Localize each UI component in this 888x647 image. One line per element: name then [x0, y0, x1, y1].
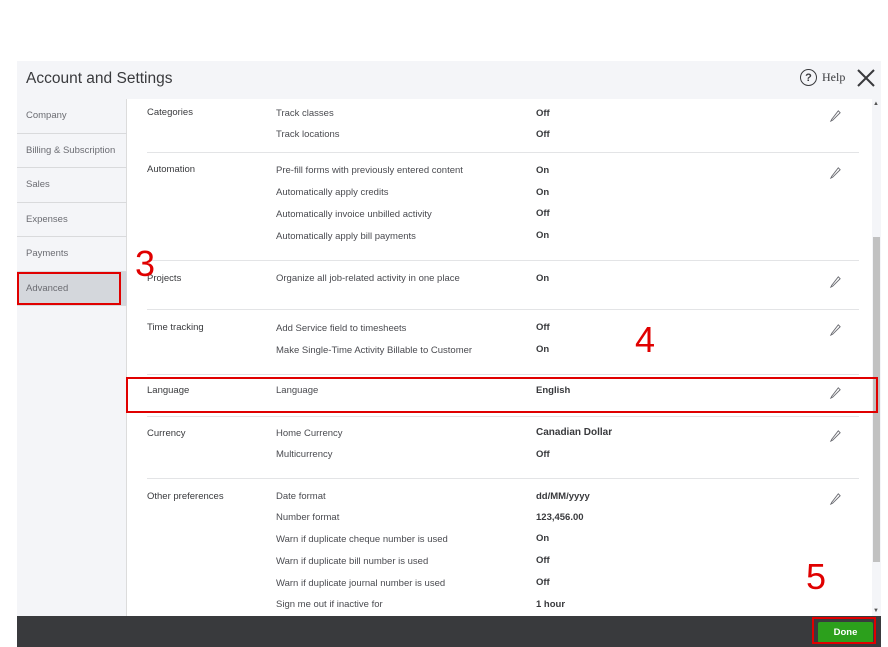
section-currency: Currency Home Currency Canadian Dollar M…	[147, 417, 859, 479]
dialog-header: Account and Settings ? Help	[17, 61, 881, 99]
pencil-edit-icon[interactable]	[829, 429, 842, 442]
setting-value: Off	[536, 129, 550, 140]
setting-value: Off	[536, 449, 550, 460]
sidebar-item-sales[interactable]: Sales	[17, 168, 127, 203]
scroll-up-arrow-icon[interactable]: ▲	[873, 101, 879, 107]
setting-value: On	[536, 273, 550, 284]
scroll-down-arrow-icon[interactable]: ▼	[873, 608, 879, 614]
section-title: Other preferences	[147, 491, 224, 502]
section-projects: Projects Organize all job-related activi…	[147, 261, 859, 310]
annotation-box-done	[812, 617, 876, 644]
pencil-edit-icon[interactable]	[829, 109, 842, 122]
pencil-edit-icon[interactable]	[829, 275, 842, 288]
annotation-step-3: 3	[135, 243, 156, 284]
settings-content: Categories Track classes Off Track locat…	[128, 99, 873, 616]
setting-label: Pre-fill forms with previously entered c…	[276, 165, 463, 176]
setting-value: 1 hour	[536, 599, 566, 610]
setting-value: Off	[536, 208, 550, 219]
setting-value: On	[536, 230, 550, 241]
sidebar-item-payments[interactable]: Payments	[17, 237, 127, 272]
setting-value: Off	[536, 577, 550, 588]
setting-value: On	[536, 344, 550, 355]
sidebar-item-label: Billing & Subscription	[26, 144, 116, 156]
setting-label: Track locations	[276, 129, 340, 140]
setting-value: On	[536, 165, 550, 176]
setting-label: Warn if duplicate bill number is used	[276, 556, 429, 567]
setting-value: Canadian Dollar	[536, 427, 613, 438]
setting-label: Warn if duplicate journal number is used	[276, 578, 446, 589]
content-scrollbar[interactable]: ▲ ▼	[872, 99, 881, 616]
section-title: Time tracking	[147, 322, 204, 333]
setting-value: Off	[536, 322, 550, 333]
section-title: Automation	[147, 164, 196, 175]
setting-label: Home Currency	[276, 428, 343, 439]
section-other-preferences: Other preferences Date format dd/MM/yyyy…	[147, 479, 859, 616]
setting-value: On	[536, 187, 550, 198]
annotation-step-5: 5	[806, 556, 827, 597]
section-title: Currency	[147, 428, 186, 439]
settings-sidebar: Company Billing & Subscription Sales Exp…	[17, 99, 127, 616]
sidebar-item-label: Expenses	[26, 213, 68, 225]
dialog-title: Account and Settings	[26, 70, 173, 87]
sidebar-item-expenses[interactable]: Expenses	[17, 203, 127, 237]
close-icon[interactable]	[855, 67, 877, 89]
annotation-box-language	[126, 377, 878, 413]
setting-value: Off	[536, 555, 550, 566]
setting-label: Number format	[276, 512, 340, 523]
setting-label: Automatically apply credits	[276, 187, 389, 198]
setting-label: Add Service field to timesheets	[276, 323, 407, 334]
section-title: Categories	[147, 107, 193, 118]
settings-dialog: Account and Settings ? Help Company Bill…	[17, 61, 881, 647]
annotation-box-advanced	[17, 272, 121, 305]
sidebar-item-label: Payments	[26, 248, 69, 260]
section-automation: Automation Pre-fill forms with previousl…	[147, 153, 859, 261]
section-time-tracking: Time tracking Add Service field to times…	[147, 310, 859, 375]
setting-label: Organize all job-related activity in one…	[276, 273, 460, 284]
setting-label: Track classes	[276, 108, 334, 119]
setting-value: On	[536, 533, 550, 544]
sidebar-item-billing-subscription[interactable]: Billing & Subscription	[17, 134, 127, 168]
sidebar-item-label: Sales	[26, 179, 50, 191]
setting-label: Warn if duplicate cheque number is used	[276, 534, 448, 545]
sidebar-item-label: Company	[26, 110, 67, 122]
question-circle-icon: ?	[800, 69, 817, 86]
setting-value: Off	[536, 108, 550, 119]
help-label: Help	[822, 70, 846, 84]
annotation-step-4: 4	[635, 319, 656, 360]
setting-label: Automatically apply bill payments	[276, 231, 416, 242]
setting-value: 123,456.00	[536, 512, 584, 523]
section-categories: Categories Track classes Off Track locat…	[147, 99, 859, 153]
setting-value: dd/MM/yyyy	[536, 491, 590, 502]
dialog-footer: Done	[17, 616, 881, 647]
setting-label: Make Single-Time Activity Billable to Cu…	[276, 345, 473, 356]
pencil-edit-icon[interactable]	[829, 492, 842, 505]
setting-label: Multicurrency	[276, 449, 333, 460]
setting-label: Date format	[276, 491, 326, 502]
setting-label: Automatically invoice unbilled activity	[276, 209, 432, 220]
setting-label: Sign me out if inactive for	[276, 599, 383, 610]
sidebar-item-company[interactable]: Company	[17, 99, 127, 134]
pencil-edit-icon[interactable]	[829, 166, 842, 179]
pencil-edit-icon[interactable]	[829, 323, 842, 336]
help-link[interactable]: ? Help	[800, 69, 845, 86]
